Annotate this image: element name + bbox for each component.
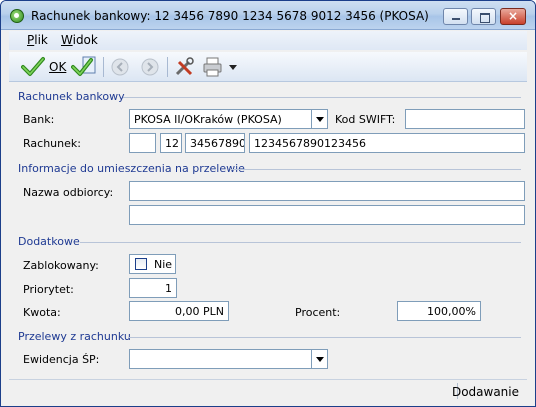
section-title-transfer-info: Informacje do umieszczenia na przelewie: [18, 162, 245, 175]
section-divider: [128, 337, 521, 338]
status-bar: Dodawanie: [9, 379, 527, 401]
toolbar-separator: [103, 57, 104, 77]
menu-plik[interactable]: Plik: [27, 33, 48, 47]
chevron-down-icon[interactable]: [311, 350, 327, 368]
print-options-dropdown[interactable]: [227, 56, 239, 78]
print-button[interactable]: [201, 56, 225, 78]
close-button[interactable]: ×: [500, 8, 526, 25]
blocked-checkbox-label: Nie: [154, 258, 173, 271]
percent-input[interactable]: 100,00%: [397, 301, 481, 321]
arrow-left-icon: [111, 58, 129, 76]
recipient-label: Nazwa odbiorcy:: [23, 186, 114, 199]
menu-widok[interactable]: Widok: [61, 33, 98, 47]
ok-button[interactable]: OK: [21, 56, 77, 78]
minimize-button[interactable]: [443, 8, 468, 25]
ok-label: OK: [49, 60, 67, 74]
account-part-1-input[interactable]: [129, 133, 156, 153]
blocked-checkbox[interactable]: [135, 258, 147, 270]
app-icon: [10, 9, 24, 23]
next-button[interactable]: [139, 56, 161, 78]
swift-input[interactable]: [405, 109, 525, 129]
title-bar[interactable]: Rachunek bankowy: 12 3456 7890 1234 5678…: [1, 1, 535, 30]
menu-widok-label: idok: [72, 33, 98, 47]
bank-select[interactable]: PKOSA II/OKraków (PKOSA): [129, 109, 328, 129]
main-window: Rachunek bankowy: 12 3456 7890 1234 5678…: [0, 0, 536, 407]
close-icon: ×: [507, 9, 519, 23]
blocked-checkbox-field[interactable]: Nie: [129, 254, 176, 274]
recipient-name-line-1-input[interactable]: [129, 181, 525, 201]
section-title-bank-account: Rachunek bankowy: [18, 90, 125, 103]
priority-label: Priorytet:: [23, 283, 74, 296]
printer-icon: [203, 57, 222, 77]
account-part-2-input[interactable]: 12: [160, 133, 182, 153]
maximize-button[interactable]: [471, 8, 496, 25]
menu-bar: Plik Widok: [9, 31, 527, 50]
maximize-icon: [472, 9, 495, 24]
blocked-label: Zablokowany:: [23, 259, 99, 272]
priority-input[interactable]: 1: [129, 278, 177, 298]
status-mode: Dodawanie: [451, 385, 519, 399]
toolbar-separator: [167, 57, 168, 77]
register-select[interactable]: [129, 349, 328, 369]
chevron-down-icon: [229, 65, 237, 70]
save-and-new-button[interactable]: [71, 56, 97, 78]
account-part-3-input[interactable]: 34567890: [185, 133, 245, 153]
recipient-name-line-2-input[interactable]: [129, 205, 525, 225]
section-title-transfers: Przelewy z rachunku: [18, 330, 131, 343]
bank-select-value: PKOSA II/OKraków (PKOSA): [134, 113, 282, 126]
minimize-icon: [444, 9, 467, 24]
amount-input[interactable]: 0,00 PLN: [129, 301, 229, 321]
swift-label: Kod SWIFT:: [335, 113, 396, 126]
account-part-4-input[interactable]: 1234567890123456: [249, 133, 525, 153]
amount-label: Kwota:: [23, 306, 61, 319]
menu-widok-mnemonic: W: [61, 33, 73, 47]
section-divider: [80, 242, 521, 243]
arrow-right-icon: [141, 58, 159, 76]
checkmark-document-icon: [71, 56, 96, 76]
chevron-down-icon[interactable]: [311, 110, 327, 128]
tools-button[interactable]: [173, 56, 195, 78]
bank-label: Bank:: [23, 113, 55, 126]
menu-plik-label: lik: [34, 33, 48, 47]
previous-button[interactable]: [109, 56, 131, 78]
section-title-additional: Dodatkowe: [18, 235, 80, 248]
tools-icon: [175, 57, 194, 76]
section-divider: [123, 97, 521, 98]
checkmark-icon: [21, 57, 45, 76]
window-title: Rachunek bankowy: 12 3456 7890 1234 5678…: [31, 9, 429, 23]
register-label: Ewidencja ŚP:: [23, 353, 100, 366]
percent-label: Procent:: [295, 306, 341, 319]
account-label: Rachunek:: [23, 137, 81, 150]
section-divider: [230, 169, 521, 170]
toolbar: OK: [9, 52, 527, 82]
